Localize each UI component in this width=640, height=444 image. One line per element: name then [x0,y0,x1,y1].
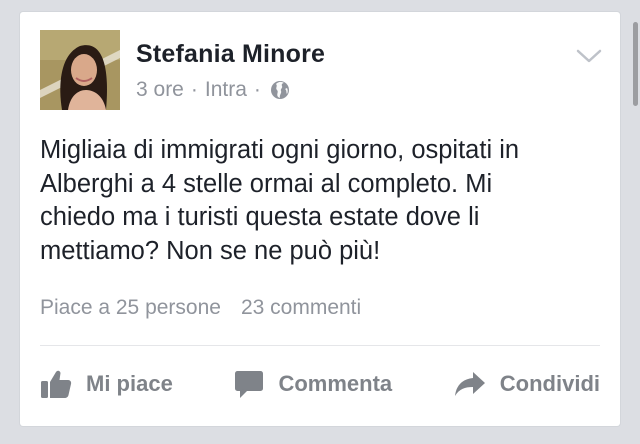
scrollbar[interactable] [633,22,638,106]
action-bar: Mi piace Commenta Condividi [40,364,600,404]
likes-count[interactable]: Piace a 25 persone [40,296,221,320]
comment-label: Commenta [278,371,393,396]
avatar-photo [40,30,120,110]
post-card: Stefania Minore 3 ore · Intra · Migliaia… [20,12,620,426]
avatar[interactable] [40,30,120,110]
share-icon [454,372,485,396]
share-label: Condividi [499,371,600,396]
chevron-down-icon[interactable] [576,48,602,64]
like-button[interactable]: Mi piace [40,369,173,399]
meta-separator: · [253,78,261,101]
comment-icon [235,371,264,398]
meta-separator: · [190,78,198,101]
thumbs-up-icon [41,370,72,398]
post-text: Migliaia di immigrati ogni giorno, ospit… [40,136,520,265]
post-time[interactable]: 3 ore [136,78,184,102]
like-label: Mi piace [86,371,173,396]
divider [40,345,600,346]
post-stats: Piace a 25 persone 23 commenti [40,296,361,320]
comments-count[interactable]: 23 commenti [241,296,361,320]
post-meta: 3 ore · Intra · [136,78,290,102]
globe-icon [270,80,290,100]
comment-button[interactable]: Commenta [234,369,392,399]
share-button[interactable]: Condividi [454,370,600,398]
post-location: Intra [204,78,247,101]
author-name[interactable]: Stefania Minore [136,40,325,69]
